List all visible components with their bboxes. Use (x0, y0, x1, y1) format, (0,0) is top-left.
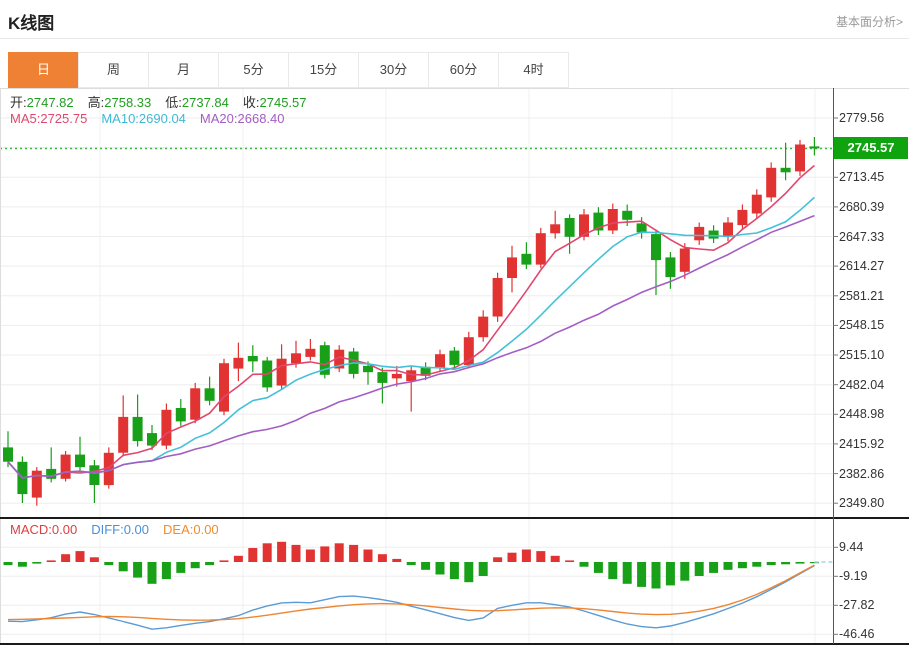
price-axis-tick: 2713.45 (839, 170, 907, 184)
legend-label: MA5: (10, 111, 40, 126)
price-axis-tick: 2581.21 (839, 289, 907, 303)
legend-value: 2725.75 (40, 111, 87, 126)
price-axis-tick: 2349.80 (839, 496, 907, 510)
ma-legend-item: MA20:2668.40 (200, 111, 285, 126)
legend-label: DEA: (163, 522, 193, 537)
ohlc-legend-item: 开:2747.82 (10, 95, 74, 110)
macd-legend-item: DIFF:0.00 (91, 522, 149, 537)
ohlc-legend-item: 高:2758.33 (88, 95, 152, 110)
legend-value: 0.00 (193, 522, 218, 537)
macd-axis-tick: -9.19 (839, 569, 907, 583)
legend-value: 2737.84 (182, 95, 229, 110)
legend-label: 开: (10, 95, 27, 110)
price-axis-tick: 2647.33 (839, 230, 907, 244)
legend-value: 2745.57 (260, 95, 307, 110)
macd-axis-tick: -46.46 (839, 627, 907, 641)
macd-axis-tick: 9.44 (839, 540, 907, 554)
current-price-tag: 2745.57 (834, 137, 908, 159)
ma-legend-item: MA5:2725.75 (10, 111, 87, 126)
legend-label: DIFF: (91, 522, 124, 537)
legend-value: 0.00 (124, 522, 149, 537)
legend-label: MA10: (101, 111, 139, 126)
macd-legend-item: MACD:0.00 (10, 522, 77, 537)
legend-label: MACD: (10, 522, 52, 537)
macd-legend: MACD:0.00DIFF:0.00DEA:0.00 (10, 522, 233, 537)
legend-value: 2747.82 (27, 95, 74, 110)
price-axis-tick: 2448.98 (839, 407, 907, 421)
legend-value: 2690.04 (139, 111, 186, 126)
legend-label: 低: (165, 95, 182, 110)
ohlc-legend-item: 收:2745.57 (243, 95, 307, 110)
price-axis-tick: 2382.86 (839, 467, 907, 481)
legend-label: 收: (243, 95, 260, 110)
legend-label: MA20: (200, 111, 238, 126)
ma-legend: MA5:2725.75 MA10:2690.04 MA20:2668.40 (10, 111, 299, 126)
legend-label: 高: (88, 95, 105, 110)
kline-app: K线图 基本面分析> 日周月5分15分30分60分4时 开:2747.82高:2… (0, 0, 909, 650)
price-axis-tick: 2415.92 (839, 437, 907, 451)
price-axis-tick: 2482.04 (839, 378, 907, 392)
price-axis-tick: 2680.39 (839, 200, 907, 214)
legend-value: 2758.33 (104, 95, 151, 110)
price-axis-tick: 2548.15 (839, 318, 907, 332)
ma-legend-item: MA10:2690.04 (101, 111, 186, 126)
legend-value: 2668.40 (238, 111, 285, 126)
price-axis-tick: 2515.10 (839, 348, 907, 362)
ohlc-legend: 开:2747.82 高:2758.33 低:2737.84 收:2745.57 (10, 92, 321, 111)
legend-value: 0.00 (52, 522, 77, 537)
ohlc-legend-item: 低:2737.84 (165, 95, 229, 110)
macd-axis-tick: -27.82 (839, 598, 907, 612)
price-axis-tick: 2614.27 (839, 259, 907, 273)
macd-legend-item: DEA:0.00 (163, 522, 219, 537)
price-axis-tick: 2779.56 (839, 111, 907, 125)
